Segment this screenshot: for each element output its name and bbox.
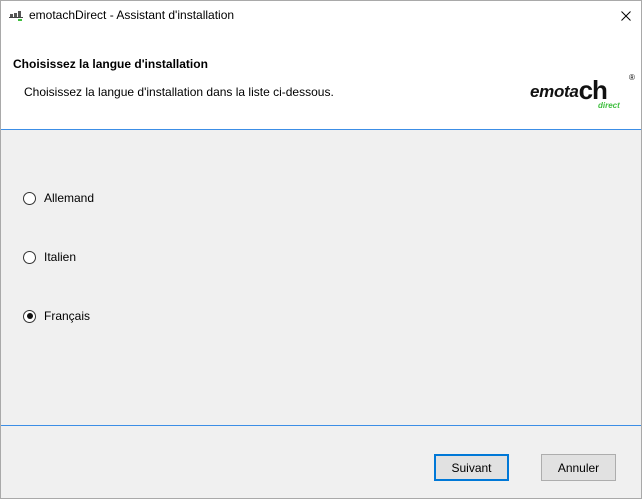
page-subtitle: Choisissez la langue d'installation dans… xyxy=(24,85,334,99)
next-button[interactable]: Suivant xyxy=(434,454,509,481)
language-label: Français xyxy=(44,309,91,323)
close-icon xyxy=(621,11,631,21)
header-panel: Choisissez la langue d'installation Choi… xyxy=(1,31,641,129)
radio-francais[interactable] xyxy=(23,309,36,323)
logo-tagline: direct xyxy=(598,101,620,110)
cancel-button[interactable]: Annuler xyxy=(541,454,616,481)
language-label: Italien xyxy=(44,250,77,264)
language-label: Allemand xyxy=(44,191,95,205)
language-options-panel: Allemand Italien Français xyxy=(1,130,641,425)
close-button[interactable] xyxy=(611,1,641,31)
language-option-italien[interactable]: Italien xyxy=(23,250,76,264)
emotach-direct-logo: emotach ® direct xyxy=(521,73,641,123)
language-option-allemand[interactable]: Allemand xyxy=(23,191,94,205)
logo-wordmark: emotach xyxy=(530,73,608,105)
emotach-app-icon xyxy=(9,10,23,22)
footer-panel: Suivant Annuler xyxy=(1,426,641,498)
radio-allemand[interactable] xyxy=(23,191,36,205)
window-title: emotachDirect - Assistant d'installation xyxy=(29,8,235,22)
language-option-francais[interactable]: Français xyxy=(23,309,90,323)
radio-italien[interactable] xyxy=(23,250,36,264)
logo-wordmark-italic: emota xyxy=(530,82,579,101)
title-bar: emotachDirect - Assistant d'installation xyxy=(1,1,641,31)
installer-window: emotachDirect - Assistant d'installation… xyxy=(0,0,642,499)
page-title: Choisissez la langue d'installation xyxy=(13,57,208,71)
logo-registered-mark: ® xyxy=(629,73,635,82)
